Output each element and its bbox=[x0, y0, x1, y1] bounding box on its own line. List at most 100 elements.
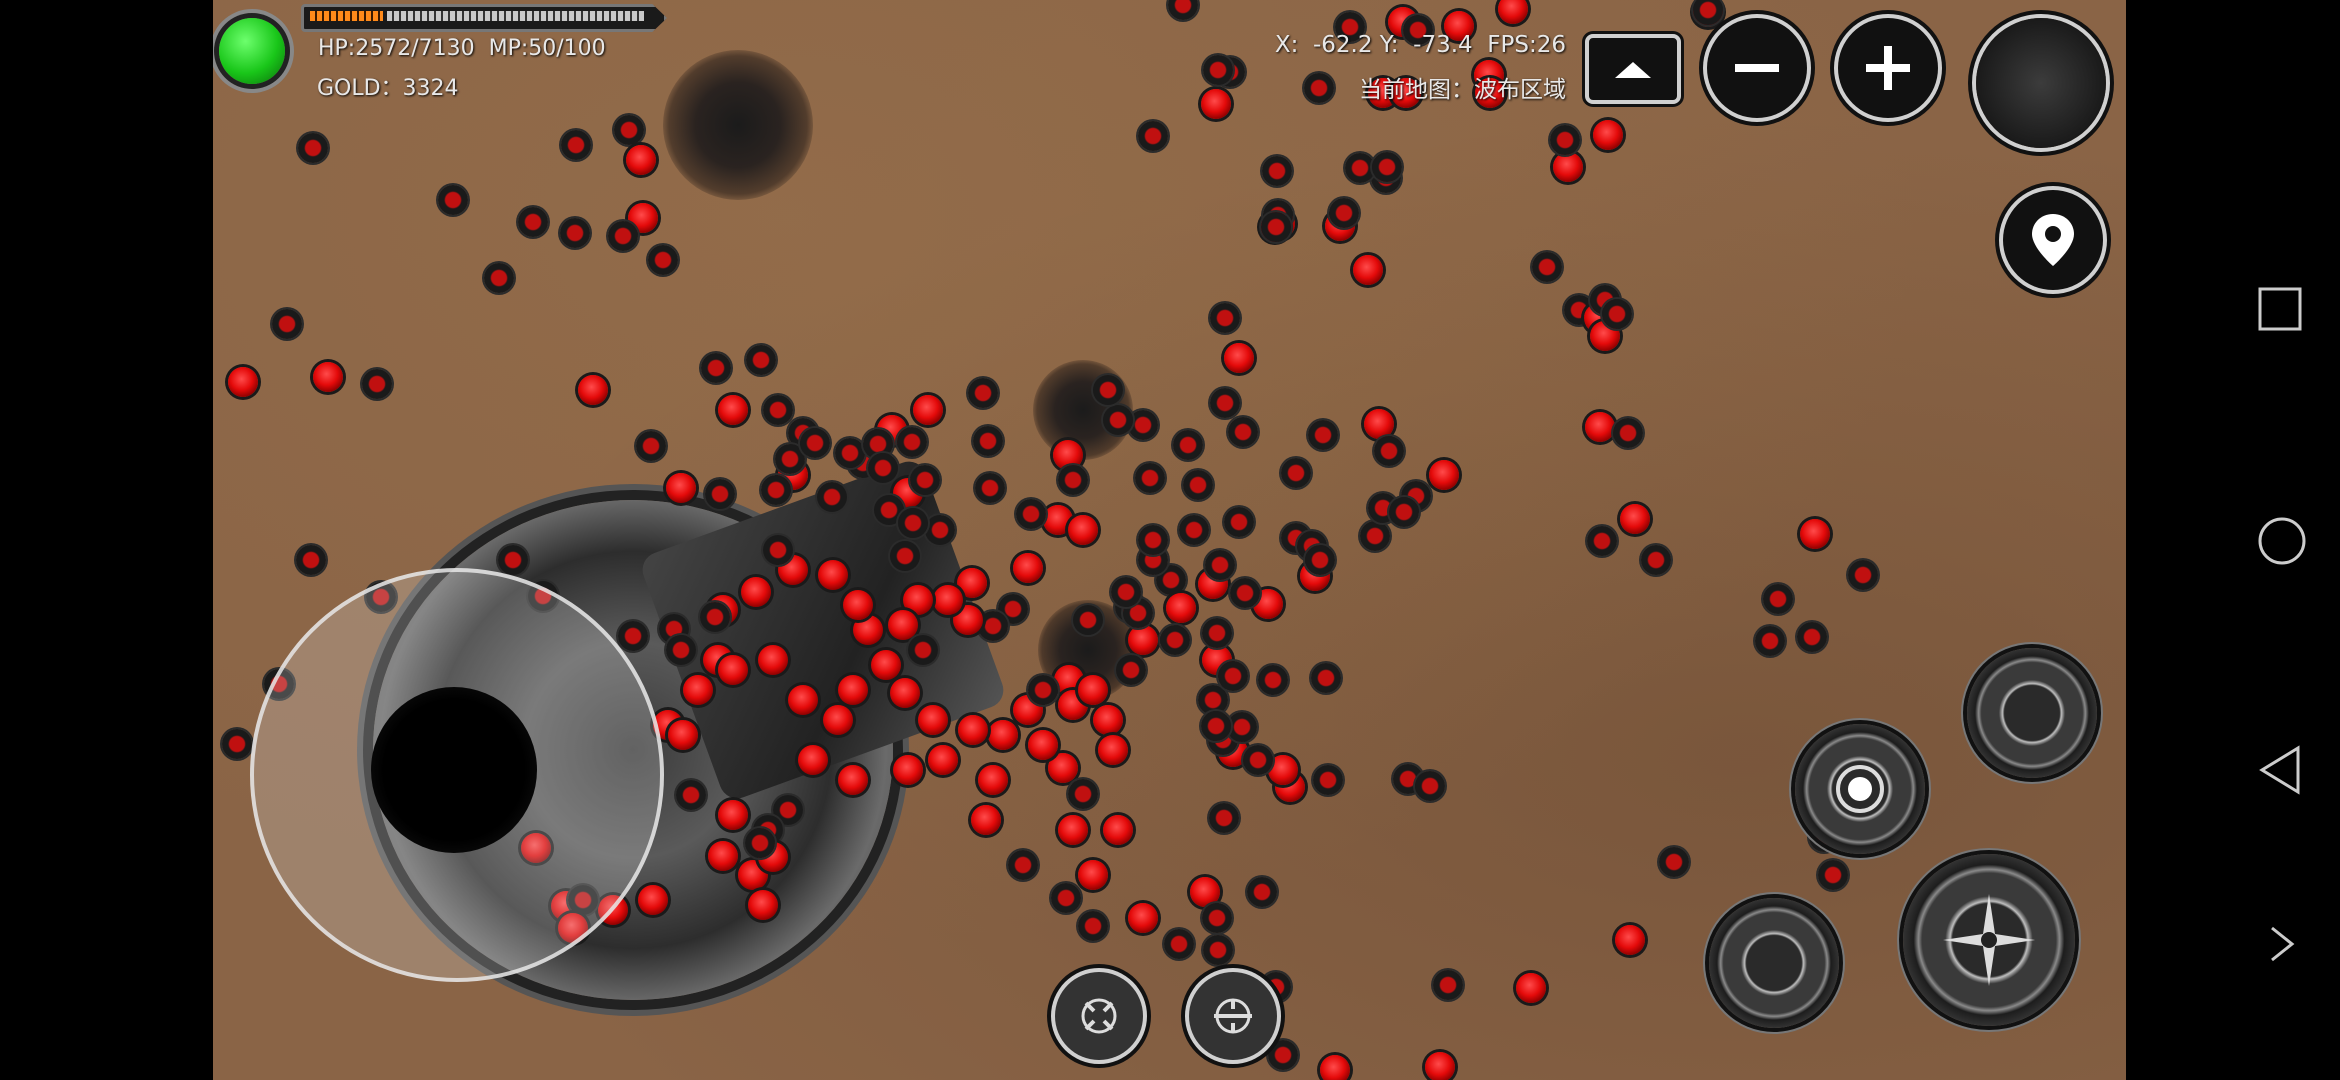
enemy-unit bbox=[897, 427, 927, 457]
enemy-unit bbox=[1201, 711, 1231, 741]
enemy-unit bbox=[608, 221, 638, 251]
chevron-right-icon[interactable] bbox=[2268, 924, 2296, 964]
enemy-unit bbox=[763, 395, 793, 425]
enemy-unit bbox=[1268, 1040, 1298, 1070]
enemy-unit bbox=[1615, 925, 1645, 955]
zoom-out-button[interactable] bbox=[1707, 18, 1807, 118]
enemy-unit bbox=[701, 353, 731, 383]
chevron-up-icon bbox=[1615, 62, 1651, 78]
enemy-unit bbox=[910, 465, 940, 495]
enemy-unit bbox=[1498, 0, 1528, 24]
enemy-unit bbox=[1138, 121, 1168, 151]
enemy-unit bbox=[868, 453, 898, 483]
enemy-unit bbox=[683, 675, 713, 705]
enemy-unit bbox=[1224, 343, 1254, 373]
zoom-in-button[interactable] bbox=[1838, 18, 1938, 118]
enemy-unit bbox=[1818, 860, 1848, 890]
enemy-unit bbox=[1329, 198, 1359, 228]
enemy-unit bbox=[1051, 883, 1081, 913]
joystick-knob[interactable] bbox=[371, 687, 537, 853]
enemy-unit bbox=[1415, 771, 1445, 801]
enemy-unit bbox=[1797, 622, 1827, 652]
enemy-unit bbox=[1320, 1055, 1350, 1080]
enemy-unit bbox=[975, 473, 1005, 503]
experience-bar bbox=[301, 4, 667, 32]
enemy-unit bbox=[1364, 409, 1394, 439]
enemy-unit bbox=[272, 309, 302, 339]
enemy-unit bbox=[1353, 255, 1383, 285]
map-marker-button[interactable] bbox=[2003, 190, 2103, 290]
back-icon[interactable] bbox=[2258, 745, 2302, 795]
enemy-unit bbox=[560, 218, 590, 248]
swap-target-button[interactable] bbox=[1189, 972, 1277, 1060]
enemy-unit bbox=[1202, 903, 1232, 933]
location-pin-icon bbox=[2032, 214, 2074, 266]
gold-text: GOLD：3324 bbox=[317, 76, 459, 101]
enemy-unit bbox=[1218, 661, 1248, 691]
experience-bar-fill bbox=[310, 11, 383, 21]
enemy-unit bbox=[971, 805, 1001, 835]
skill-button-3[interactable] bbox=[1709, 898, 1839, 1028]
enemy-unit bbox=[1028, 730, 1058, 760]
enemy-unit bbox=[1116, 655, 1146, 685]
expand-button[interactable] bbox=[1585, 34, 1681, 104]
enemy-unit bbox=[1585, 412, 1615, 442]
attack-button[interactable] bbox=[1903, 854, 2075, 1026]
enemy-unit bbox=[1308, 420, 1338, 450]
enemy-unit bbox=[968, 378, 998, 408]
target-lock-button[interactable] bbox=[1055, 972, 1143, 1060]
enemy-unit bbox=[1613, 418, 1643, 448]
enemy-unit bbox=[1078, 911, 1108, 941]
enemy-unit bbox=[888, 610, 918, 640]
enemy-unit bbox=[498, 545, 528, 575]
enemy-unit bbox=[1281, 458, 1311, 488]
enemy-unit bbox=[1620, 504, 1650, 534]
enemy-unit bbox=[745, 828, 775, 858]
enemy-unit bbox=[1183, 470, 1213, 500]
minimap-button[interactable] bbox=[1976, 18, 2106, 148]
enemy-unit bbox=[1093, 705, 1123, 735]
enemy-unit bbox=[890, 678, 920, 708]
enemy-unit bbox=[1550, 125, 1580, 155]
game-viewport[interactable]: HP:2572/7130 MP:50/100 GOLD：3324 X: -62.… bbox=[213, 0, 2126, 1080]
orb-skill-icon bbox=[1836, 765, 1884, 813]
enemy-unit bbox=[298, 133, 328, 163]
enemy-unit bbox=[1166, 593, 1196, 623]
enemy-unit bbox=[626, 145, 656, 175]
enemy-unit bbox=[1013, 553, 1043, 583]
enemy-unit bbox=[1202, 618, 1232, 648]
enemy-unit bbox=[838, 765, 868, 795]
home-icon[interactable] bbox=[2258, 517, 2306, 565]
enemy-unit bbox=[1028, 675, 1058, 705]
enemy-unit bbox=[898, 508, 928, 538]
enemy-unit bbox=[788, 685, 818, 715]
enemy-unit bbox=[758, 645, 788, 675]
enemy-unit bbox=[908, 635, 938, 665]
enemy-unit bbox=[666, 635, 696, 665]
enemy-unit bbox=[1073, 605, 1103, 635]
enemy-unit bbox=[913, 395, 943, 425]
enemy-unit bbox=[1205, 550, 1235, 580]
enemy-unit bbox=[1103, 815, 1133, 845]
recents-icon[interactable] bbox=[2258, 287, 2302, 331]
skill-button-2[interactable] bbox=[1795, 724, 1925, 854]
enemy-unit bbox=[1078, 860, 1108, 890]
enemy-unit bbox=[1016, 499, 1046, 529]
enemy-unit bbox=[1433, 970, 1463, 1000]
enemy-unit bbox=[1160, 625, 1190, 655]
enemy-unit bbox=[296, 545, 326, 575]
minus-icon bbox=[1735, 64, 1779, 72]
experience-bar-empty bbox=[387, 11, 644, 21]
enemy-unit bbox=[718, 655, 748, 685]
enemy-unit bbox=[1210, 388, 1240, 418]
enemy-unit bbox=[1360, 521, 1390, 551]
enemy-unit bbox=[1179, 515, 1209, 545]
enemy-unit bbox=[1098, 735, 1128, 765]
enemy-unit bbox=[817, 482, 847, 512]
enemy-unit bbox=[1068, 779, 1098, 809]
enemy-unit bbox=[1587, 526, 1617, 556]
enemy-unit bbox=[1230, 578, 1260, 608]
skill-button-1[interactable] bbox=[1967, 648, 2097, 778]
enemy-unit bbox=[438, 185, 468, 215]
enemy-unit bbox=[676, 780, 706, 810]
